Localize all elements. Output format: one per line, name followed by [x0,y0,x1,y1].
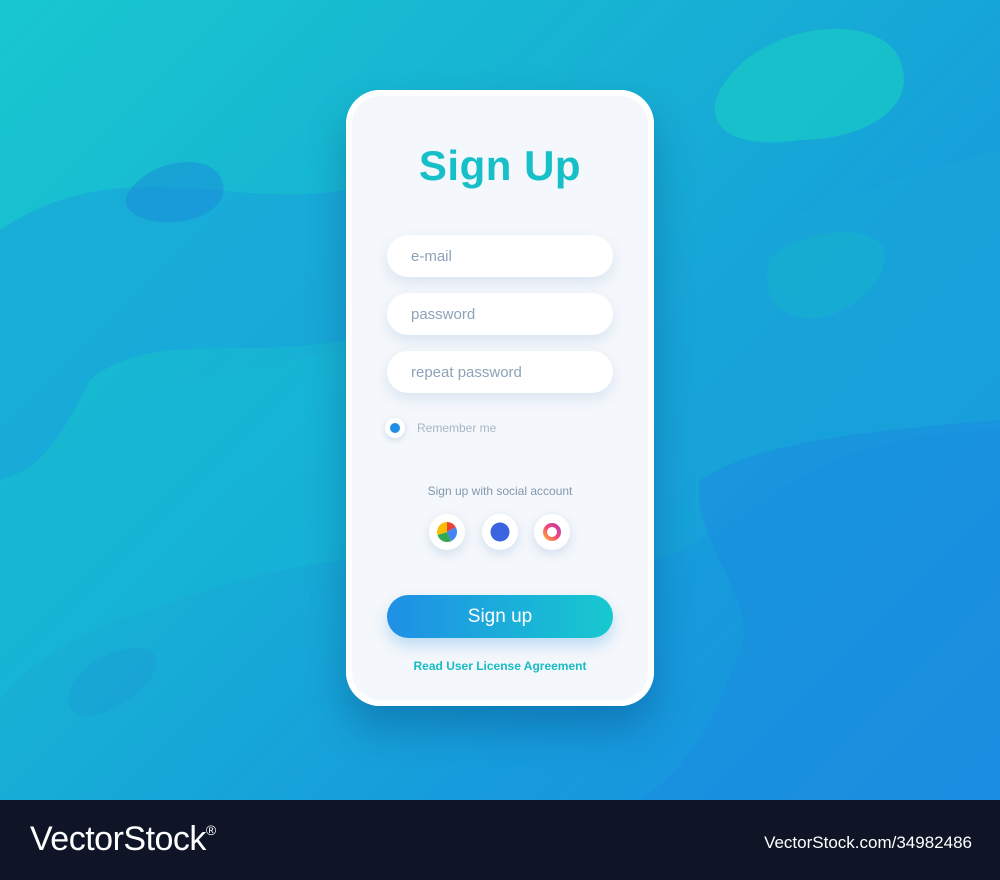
email-field[interactable] [387,235,613,277]
facebook-icon [490,522,510,542]
google-button[interactable] [429,514,465,550]
instagram-button[interactable] [534,514,570,550]
social-caption: Sign up with social account [427,484,573,498]
brand-name: VectorStock [30,820,206,858]
google-icon [437,522,457,542]
facebook-button[interactable] [482,514,518,550]
license-agreement-link[interactable]: Read User License Agreement [346,659,654,673]
page-title: Sign Up [418,142,582,189]
vectorstock-logo: VectorStock® [30,820,216,859]
stock-id-text: VectorStock.com/34982486 [764,833,972,852]
remember-me-option[interactable]: Remember me [385,418,496,438]
instagram-icon [543,523,561,541]
sign-up-button[interactable]: Sign up [387,595,613,638]
remember-me-label: Remember me [417,421,497,435]
radio-selected-dot [390,423,400,433]
password-field[interactable] [387,293,613,335]
watermark-footer: VectorStock® VectorStock.com/34982486 [0,800,1000,880]
registered-mark: ® [205,822,216,838]
remember-me-radio[interactable] [385,418,405,438]
email-input[interactable] [411,247,591,265]
repeat-password-field[interactable] [387,351,613,393]
repeat-password-input[interactable] [411,363,591,381]
password-input[interactable] [411,305,591,323]
